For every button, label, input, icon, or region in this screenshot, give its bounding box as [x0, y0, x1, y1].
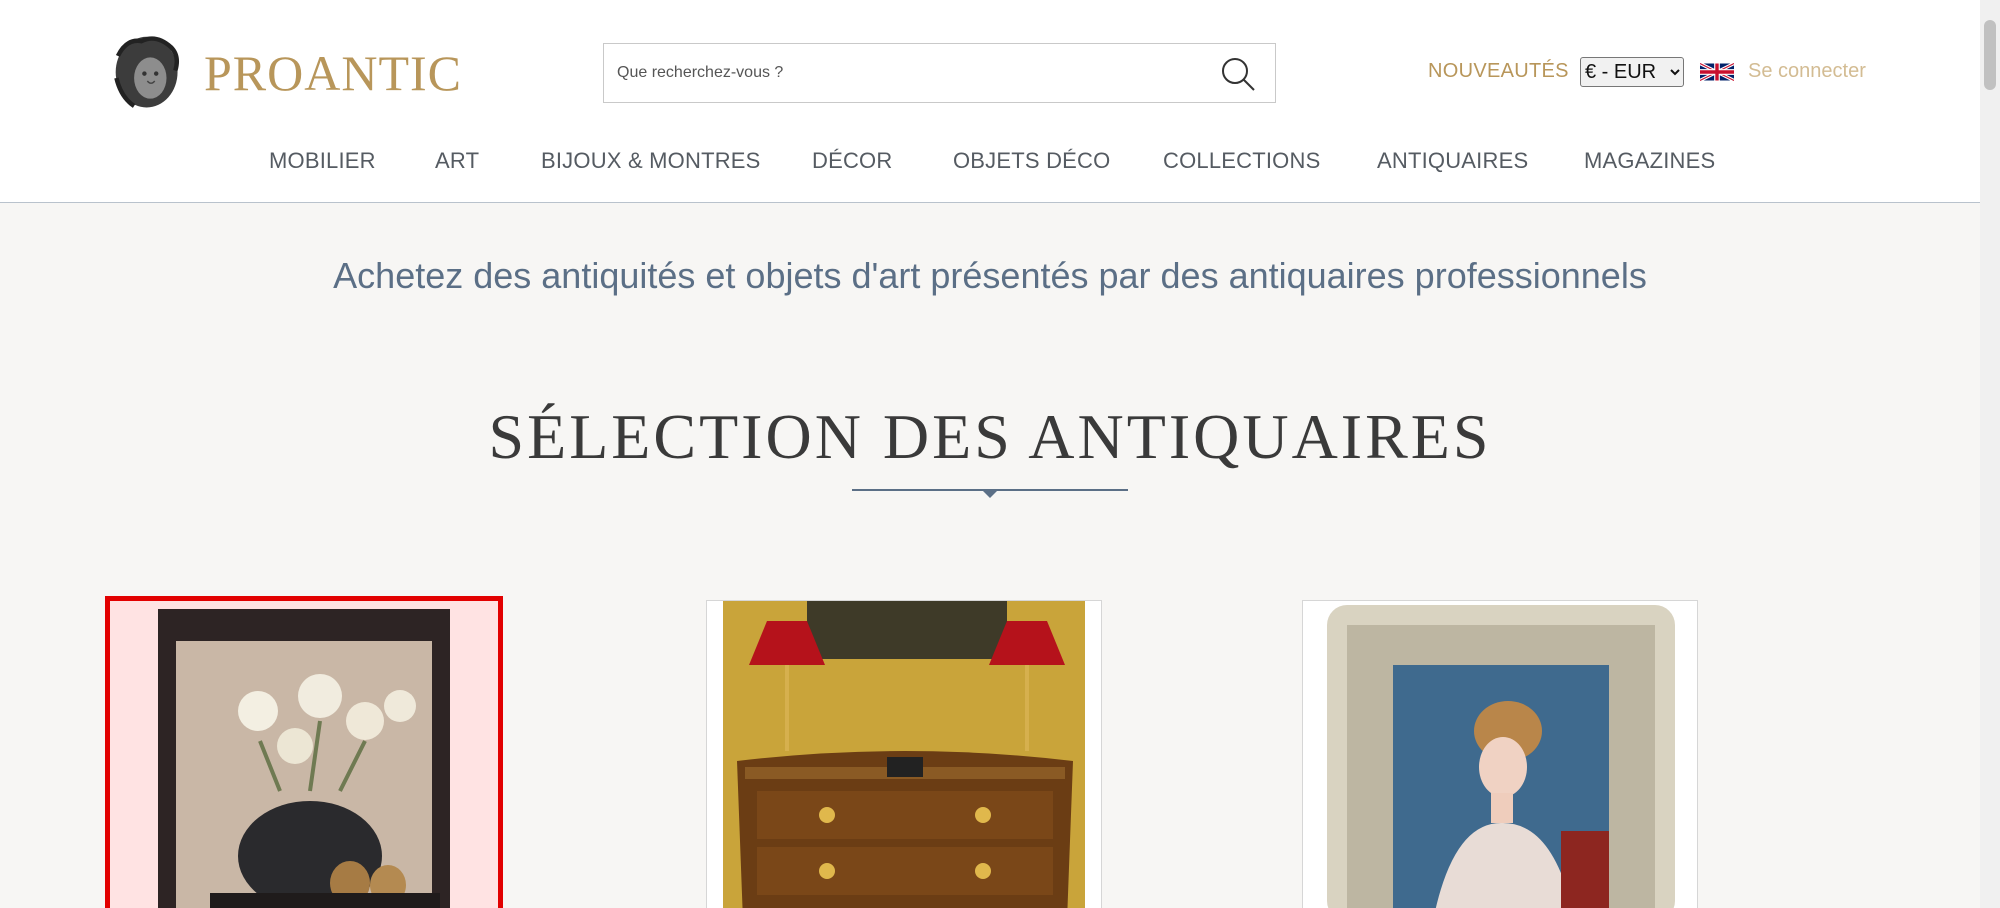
search-icon[interactable]	[1219, 55, 1257, 93]
login-link[interactable]: Se connecter	[1748, 60, 1866, 83]
nouveautes-link[interactable]: NOUVEAUTÉS	[1428, 60, 1569, 83]
logo-text: PROANTIC	[203, 44, 462, 101]
product-image-still-life	[110, 601, 498, 908]
nav-item-antiquaires[interactable]: ANTIQUAIRES	[1377, 148, 1528, 174]
logo-head-icon	[114, 36, 179, 108]
page-scrollbar[interactable]	[1980, 0, 2000, 908]
product-card-commode[interactable]	[706, 600, 1102, 908]
search-input[interactable]	[604, 44, 1204, 102]
tagline: Achetez des antiquités et objets d'art p…	[333, 255, 1647, 296]
product-card-portrait[interactable]	[1302, 600, 1698, 908]
currency-select[interactable]: € - EUR	[1580, 57, 1684, 87]
uk-flag-icon[interactable]	[1700, 59, 1734, 85]
scrollbar-thumb[interactable]	[1984, 20, 1996, 90]
search-box	[603, 43, 1276, 103]
product-image-portrait	[1303, 601, 1697, 908]
nav-item-decor[interactable]: DÉCOR	[812, 148, 892, 174]
nav-item-collections[interactable]: COLLECTIONS	[1163, 148, 1320, 174]
nav-item-magazines[interactable]: MAGAZINES	[1584, 148, 1715, 174]
product-image-commode	[707, 601, 1101, 908]
title-divider	[852, 489, 1128, 498]
nav-item-bijoux-montres[interactable]: BIJOUX & MONTRES	[541, 148, 761, 174]
product-card-still-life[interactable]	[105, 596, 503, 908]
nav-item-mobilier[interactable]: MOBILIER	[269, 148, 376, 174]
logo[interactable]: PROANTIC	[112, 20, 462, 125]
nav-item-art[interactable]: ART	[435, 148, 479, 174]
nav-item-objets-deco[interactable]: OBJETS DÉCO	[953, 148, 1110, 174]
section-title: SÉLECTION DES ANTIQUAIRES	[488, 401, 1492, 472]
site-header: PROANTIC NOUVEAUTÉS € - EUR Se connecter…	[0, 0, 1980, 203]
main-nav: MOBILIER ART BIJOUX & MONTRES DÉCOR OBJE…	[0, 148, 1980, 178]
